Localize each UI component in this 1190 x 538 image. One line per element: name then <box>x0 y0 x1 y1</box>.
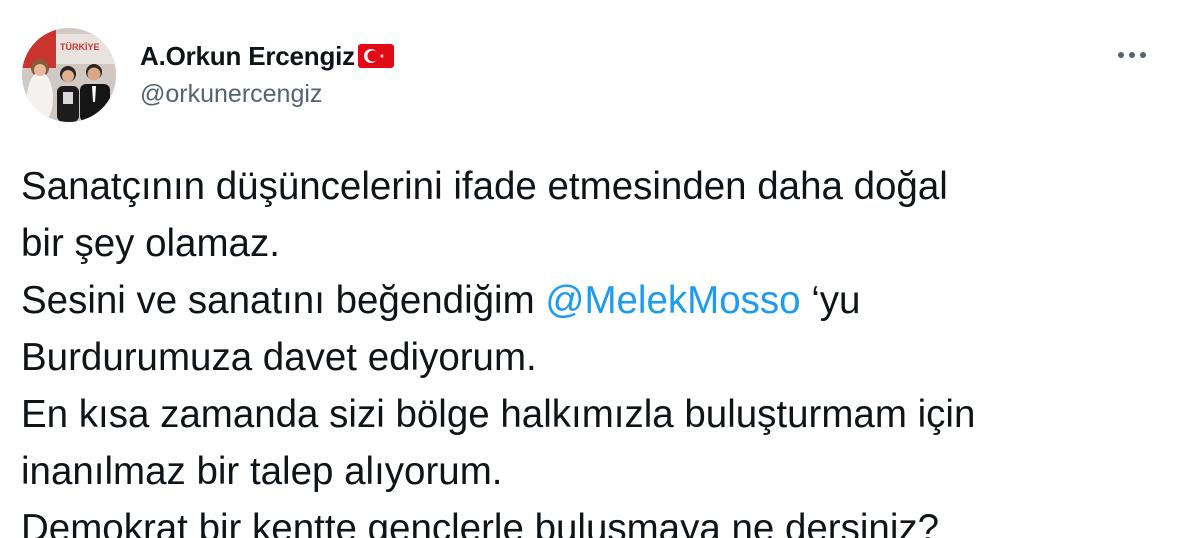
tweet-line: inanılmaz bir talep alıyorum. <box>21 450 503 493</box>
tweet-text-fragment: Sesini ve sanatını beğendiğim <box>21 279 546 322</box>
turkey-flag-icon <box>357 43 395 69</box>
mention-link[interactable]: @MelekMosso <box>545 279 800 322</box>
tweet-line: Demokrat bir kentte gençlerle buluşmaya … <box>21 507 940 538</box>
avatar[interactable]: TÜRKİYE <box>22 28 116 122</box>
name-row: A.Orkun Ercengiz <box>140 40 395 72</box>
tweet-card[interactable]: TÜRKİYE A.Orkun Ercengiz @orkunercengiz <box>0 0 1190 538</box>
more-options-button[interactable] <box>1110 38 1154 72</box>
user-handle[interactable]: @orkunercengiz <box>140 80 322 109</box>
tweet-line: Sesini ve sanatını beğendiğim @MelekMoss… <box>21 272 1181 329</box>
tweet-body: Sanatçının düşüncelerini ifade etmesinde… <box>21 158 1181 538</box>
avatar-banner-text: TÜRKİYE <box>60 42 100 52</box>
profile-photo-avatar: TÜRKİYE <box>22 28 116 122</box>
tweet-line: bir şey olamaz. <box>21 222 280 265</box>
tweet-line: En kısa zamanda sizi bölge halkımızla bu… <box>21 393 976 436</box>
tweet-line: Burdurumuza davet ediyorum. <box>21 336 537 379</box>
more-horizontal-icon <box>1118 52 1146 58</box>
tweet-text-fragment: ‘yu <box>800 279 861 322</box>
tweet-line: Sanatçının düşüncelerini ifade etmesinde… <box>21 165 948 208</box>
display-name[interactable]: A.Orkun Ercengiz <box>140 41 355 72</box>
